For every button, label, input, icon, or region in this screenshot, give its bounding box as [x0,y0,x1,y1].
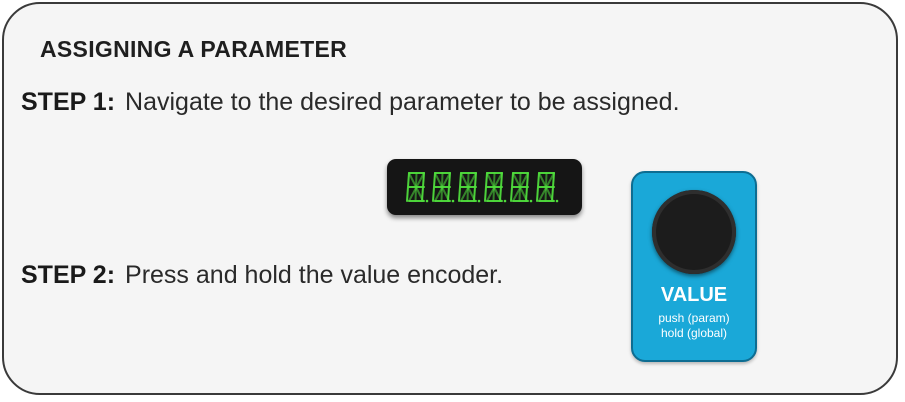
encoder-hold-hint: hold (global) [660,326,728,340]
led-dot [529,199,533,203]
step-1-label: STEP 1: [21,88,116,116]
value-encoder-knob[interactable] [652,190,736,274]
encoder-title: VALUE [660,284,728,306]
led-segment [432,172,436,202]
led-segment [484,172,488,202]
led-dot [555,199,559,203]
led-segment [406,172,410,202]
led-segment [510,172,514,202]
value-encoder-module: VALUE push (param) hold (global) [631,171,757,362]
led-dot [477,199,481,203]
led-segment [458,172,462,202]
led-segments-icon [406,172,559,203]
instruction-panel: ASSIGNING A PARAMETER STEP 1: Navigate to… [2,2,898,395]
led-dot [503,199,507,203]
step-2-label: STEP 2: [21,261,116,289]
led-segment [536,172,540,202]
led-display [387,159,582,215]
step-2-text: Press and hold the value encoder. [125,261,504,289]
step-1: STEP 1: Navigate to the desired parameter… [21,88,680,117]
section-title: ASSIGNING A PARAMETER [40,36,348,62]
led-dot [425,199,429,203]
encoder-push-hint: push (param) [658,311,730,325]
step-1-text: Navigate to the desired parameter to be … [125,88,680,116]
step-2: STEP 2: Press and hold the value encoder. [21,261,503,290]
led-dot [451,199,455,203]
